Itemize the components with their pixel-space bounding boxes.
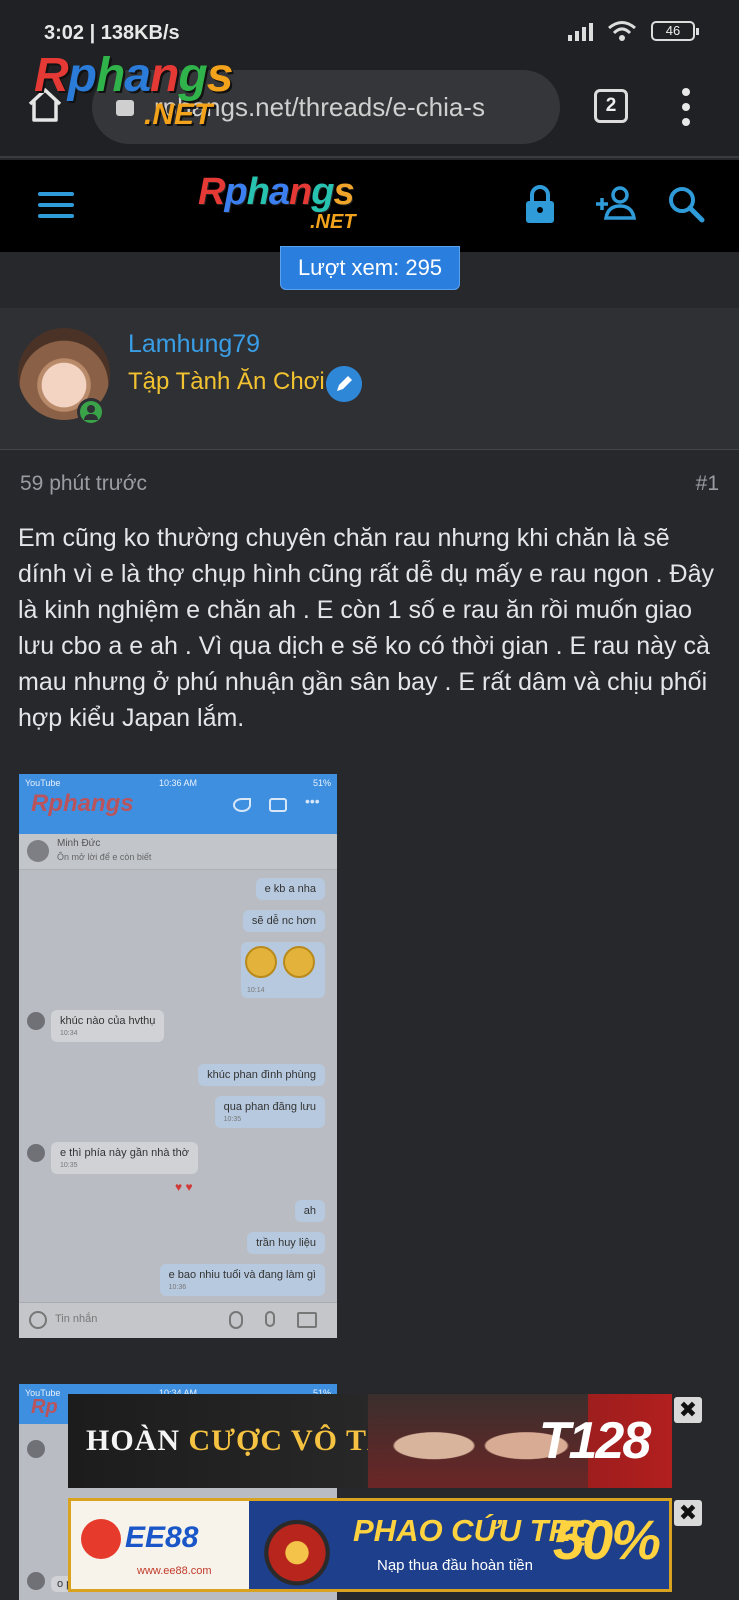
view-count-badge: Lượt xem: 295 bbox=[280, 246, 460, 290]
contact-avatar bbox=[27, 840, 49, 862]
author-title: Tập Tành Ăn Chơi bbox=[128, 368, 325, 395]
chat-message: qua phan đăng lưu 10:35 bbox=[214, 1096, 325, 1128]
close-ad-button[interactable]: ✖ bbox=[674, 1500, 702, 1526]
system-icons: 46 bbox=[568, 20, 699, 42]
chat-message: e kb a nha bbox=[255, 878, 325, 900]
chat-contact: Minh Đức Ôn mở lời để e còn biết bbox=[19, 834, 337, 870]
more-icon: ••• bbox=[305, 793, 320, 809]
heart-reaction-icon: ♥ ♥ bbox=[175, 1180, 193, 1194]
ad-banner-t128[interactable]: HOÀN CƯỢC VÔ TẬN T128 bbox=[68, 1394, 672, 1488]
video-icon bbox=[269, 798, 287, 812]
smile-emoji-icon bbox=[245, 946, 277, 978]
browser-toolbar: rphangs.net/threads/e-chia-s 2 bbox=[0, 62, 739, 158]
battery-icon: 46 bbox=[651, 21, 699, 41]
post-timestamp[interactable]: 59 phút trước bbox=[20, 472, 147, 496]
browser-menu-icon[interactable] bbox=[679, 88, 693, 126]
call-icon bbox=[233, 798, 251, 812]
edit-badge-icon bbox=[326, 366, 362, 402]
ball-icon bbox=[81, 1519, 121, 1559]
chat-watermark-logo: Rp bbox=[31, 1396, 58, 1418]
smile-emoji-icon bbox=[283, 946, 315, 978]
post-body: Em cũng ko thường chuyên chăn rau nhưng … bbox=[18, 524, 714, 732]
contact-message-preview: Ôn mở lời để e còn biết bbox=[57, 852, 152, 862]
chat-input-bar: Tin nhắn bbox=[19, 1302, 337, 1338]
ad-brand-logo: EE88 bbox=[81, 1519, 198, 1559]
site-header: Rphangs .NET bbox=[0, 160, 739, 252]
lock-icon[interactable] bbox=[516, 180, 564, 228]
chat-message: e thì phía này gần nhà thờ 10:35 bbox=[51, 1142, 198, 1174]
chat-watermark-logo: Rphangs bbox=[31, 790, 134, 817]
contact-avatar bbox=[27, 1012, 45, 1030]
chat-header: YouTube 10:36 AM 51% Rphangs ••• bbox=[19, 774, 337, 834]
close-ad-button[interactable]: ✖ bbox=[674, 1397, 702, 1423]
site-logo-sub: .NET bbox=[310, 211, 356, 233]
online-status-icon bbox=[77, 398, 105, 426]
chat-message-time: 10:14 bbox=[247, 987, 265, 994]
chat-message: khúc phan đình phùng bbox=[198, 1064, 325, 1086]
post-author-card: Lamhung79 Tập Tành Ăn Chơi bbox=[0, 308, 739, 450]
contact-avatar bbox=[27, 1144, 45, 1162]
chat-message: sẽ dễ nc hơn bbox=[242, 910, 325, 932]
address-bar[interactable]: rphangs.net/threads/e-chia-s bbox=[92, 70, 560, 144]
ad-percent: 50% bbox=[552, 1508, 661, 1571]
contact-name: Minh Đức bbox=[57, 838, 101, 849]
contact-avatar bbox=[27, 1440, 45, 1458]
url-text[interactable]: rphangs.net/threads/e-chia-s bbox=[154, 92, 544, 123]
ad-headline: HOÀN CƯỢC VÔ TẬN bbox=[86, 1424, 413, 1457]
chat-status-battery: 51% bbox=[312, 778, 331, 788]
menu-icon[interactable] bbox=[38, 192, 74, 218]
attached-image[interactable]: YouTube 10:36 AM 51% Rphangs ••• Minh Đứ… bbox=[19, 774, 337, 1338]
wifi-icon bbox=[608, 21, 636, 41]
site-logo[interactable]: Rphangs .NET bbox=[198, 172, 394, 242]
site-logo-main: Rphangs bbox=[198, 171, 355, 213]
chat-input-placeholder: Tin nhắn bbox=[55, 1313, 98, 1325]
attach-icon bbox=[229, 1311, 243, 1329]
chat-message: ah bbox=[294, 1200, 325, 1222]
mic-icon bbox=[265, 1311, 275, 1327]
status-bar: 3:02 | 138KB/s 46 bbox=[0, 0, 739, 62]
page: 3:02 | 138KB/s 46 rphangs.net/threads/e-… bbox=[0, 0, 739, 1600]
ad-banner-ee88[interactable]: EE88 www.ee88.com PHAO CỨU TRỢ Nạp thua … bbox=[68, 1498, 672, 1592]
signal-icon bbox=[568, 21, 593, 41]
chat-status-time: 10:36 AM bbox=[159, 778, 198, 788]
tab-switcher-button[interactable]: 2 bbox=[594, 89, 628, 123]
ad-brand-logo: T128 bbox=[538, 1412, 652, 1470]
image-icon bbox=[297, 1312, 317, 1328]
sticker-icon bbox=[29, 1311, 47, 1329]
roulette-icon bbox=[249, 1501, 345, 1589]
ad-subtext: Nạp thua đầu hoàn tiền bbox=[377, 1557, 533, 1574]
chat-message-emoji: 10:14 bbox=[241, 942, 325, 998]
home-icon[interactable] bbox=[26, 86, 64, 124]
chat-message: trần huy liệu bbox=[247, 1232, 325, 1254]
secure-lock-icon bbox=[116, 100, 134, 116]
chat-message: khúc nào của hvthụ 10:34 bbox=[51, 1010, 165, 1042]
chat-message: e bao nhiu tuổi và đang làm gì 10:36 bbox=[159, 1264, 325, 1296]
contact-avatar bbox=[27, 1572, 45, 1590]
status-time: 3:02 | 138KB/s bbox=[44, 22, 180, 44]
add-user-icon[interactable] bbox=[592, 180, 640, 228]
post-number[interactable]: #1 bbox=[696, 472, 719, 496]
ad-site: www.ee88.com bbox=[137, 1565, 212, 1577]
chat-status-left: YouTube bbox=[25, 778, 61, 788]
author-username[interactable]: Lamhung79 bbox=[128, 330, 260, 359]
search-icon[interactable] bbox=[662, 180, 710, 228]
